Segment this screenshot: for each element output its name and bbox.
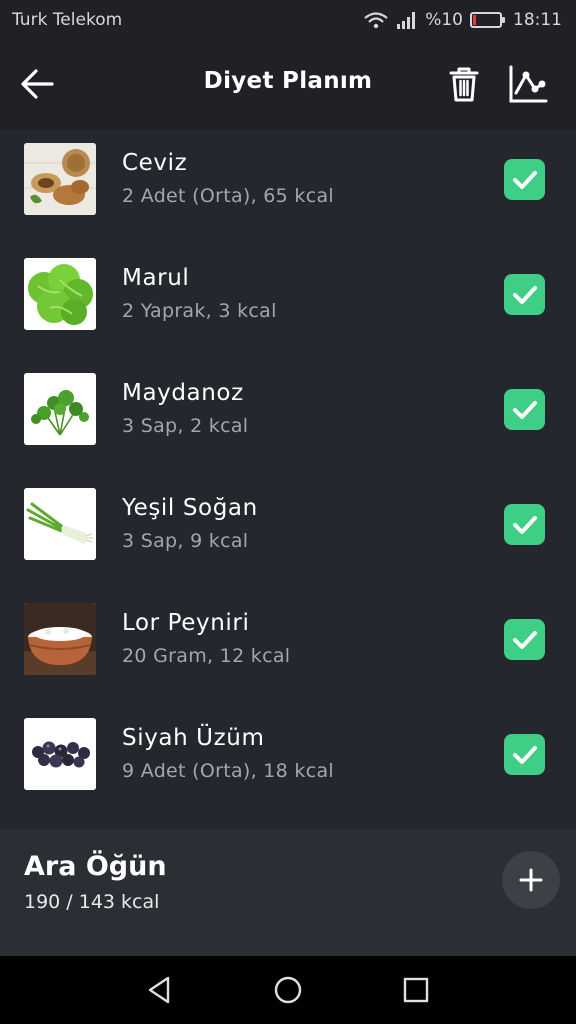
home-circle-icon[interactable]: [272, 974, 304, 1006]
black-grapes-image: [24, 718, 96, 790]
food-info: Yeşil Soğan 3 Sap, 9 kcal: [122, 495, 258, 552]
food-name: Lor Peyniri: [122, 610, 250, 636]
list-item[interactable]: Marul 2 Yaprak, 3 kcal: [0, 245, 576, 360]
food-name: Maydanoz: [122, 380, 244, 406]
checkbox[interactable]: [504, 504, 545, 545]
system-nav-bar: [0, 956, 576, 1024]
list-item[interactable]: Maydanoz 3 Sap, 2 kcal: [0, 360, 576, 475]
battery-icon: [470, 12, 505, 28]
food-info: Ceviz 2 Adet (Orta), 65 kcal: [122, 150, 334, 207]
list-item[interactable]: Siyah Üzüm 9 Adet (Orta), 18 kcal: [0, 705, 576, 820]
food-detail: 3 Sap, 9 kcal: [122, 530, 249, 552]
food-name: Yeşil Soğan: [122, 495, 258, 521]
status-bar: Turk Telekom %10 18:11: [0, 0, 576, 40]
lettuce-image: [24, 258, 96, 330]
food-name: Marul: [122, 265, 190, 291]
walnut-image: [24, 143, 96, 215]
list-item[interactable]: Yeşil Soğan 3 Sap, 9 kcal: [0, 475, 576, 590]
line-chart-icon[interactable]: [506, 62, 550, 106]
green-onion-image: [24, 488, 96, 560]
check-icon: [512, 400, 537, 419]
carrier-name: Turk Telekom: [12, 10, 123, 30]
status-icons: %10 18:11: [363, 10, 562, 30]
trash-icon[interactable]: [442, 62, 486, 106]
cottage-cheese-image: [24, 603, 96, 675]
checkbox[interactable]: [504, 159, 545, 200]
battery-percent: %10: [425, 10, 463, 30]
food-info: Maydanoz 3 Sap, 2 kcal: [122, 380, 248, 437]
check-icon: [512, 170, 537, 189]
meal-title: Ara Öğün: [24, 851, 167, 882]
food-info: Marul 2 Yaprak, 3 kcal: [122, 265, 277, 322]
food-detail: 20 Gram, 12 kcal: [122, 645, 291, 667]
battery-level: [473, 15, 476, 25]
checkbox[interactable]: [504, 389, 545, 430]
food-list: Ceviz 2 Adet (Orta), 65 kcal Marul 2 Yap…: [0, 130, 576, 816]
food-detail: 3 Sap, 2 kcal: [122, 415, 249, 437]
food-detail: 9 Adet (Orta), 18 kcal: [122, 760, 334, 782]
signal-icon: [397, 12, 416, 29]
list-item[interactable]: Ceviz 2 Adet (Orta), 65 kcal: [0, 130, 576, 245]
recents-square-icon[interactable]: [400, 974, 432, 1006]
food-info: Lor Peyniri 20 Gram, 12 kcal: [122, 610, 290, 667]
wifi-icon: [364, 12, 388, 29]
food-detail: 2 Adet (Orta), 65 kcal: [122, 185, 334, 207]
page-title: Diyet Planım: [203, 68, 373, 94]
check-icon: [512, 515, 537, 534]
check-icon: [512, 285, 537, 304]
food-detail: 2 Yaprak, 3 kcal: [122, 300, 277, 322]
check-icon: [512, 745, 537, 764]
parsley-image: [24, 373, 96, 445]
check-icon: [512, 630, 537, 649]
app-bar: Diyet Planım: [0, 40, 576, 130]
food-name: Ceviz: [122, 150, 188, 176]
add-food-button[interactable]: [502, 851, 560, 909]
list-item[interactable]: Lor Peyniri 20 Gram, 12 kcal: [0, 590, 576, 705]
food-name: Siyah Üzüm: [122, 725, 265, 751]
clock: 18:11: [513, 10, 562, 30]
meal-kcal: 190 / 143 kcal: [24, 891, 160, 913]
back-triangle-icon[interactable]: [144, 974, 176, 1006]
checkbox[interactable]: [504, 619, 545, 660]
checkbox[interactable]: [504, 734, 545, 775]
food-info: Siyah Üzüm 9 Adet (Orta), 18 kcal: [122, 725, 334, 782]
checkbox[interactable]: [504, 274, 545, 315]
plus-icon: [519, 868, 543, 892]
meal-summary: Ara Öğün 190 / 143 kcal: [0, 829, 576, 956]
